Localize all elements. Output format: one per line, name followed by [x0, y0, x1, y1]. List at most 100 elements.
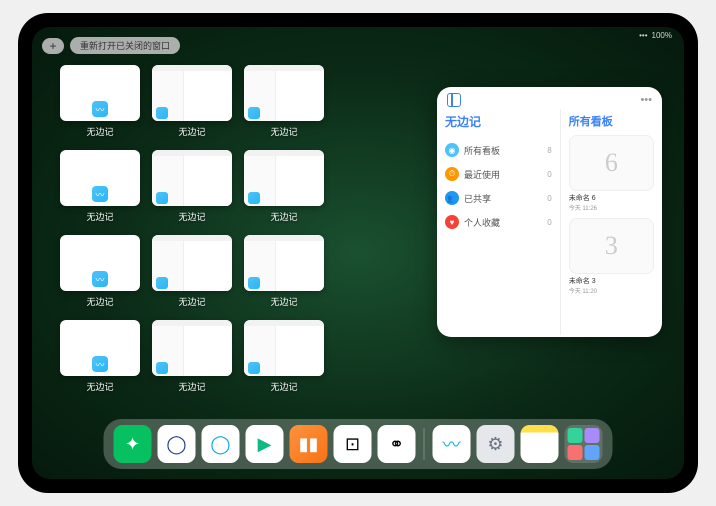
freeform-app-icon: 〰	[92, 101, 108, 117]
reopen-closed-window-button[interactable]: 重新打开已关闭的窗口	[70, 37, 180, 54]
board-thumbnail: 3	[569, 218, 654, 274]
app-window-card[interactable]: 无边记	[244, 235, 324, 308]
app-thumbnail: 〰	[60, 320, 140, 376]
sidebar-item-icon: ♥	[445, 215, 459, 229]
dock-app-books[interactable]: ▮▮	[290, 425, 328, 463]
freeform-app-icon	[248, 107, 260, 119]
app-preview-panel[interactable]: ••• 无边记 ◉所有看板8⏱最近使用0👥已共享0♥个人收藏0 所有看板 6未命…	[437, 87, 662, 337]
sidebar-item[interactable]: ⏱ 最近使用 0	[445, 162, 552, 186]
dock-app-quark2[interactable]: ◯	[202, 425, 240, 463]
app-window-card[interactable]: 无边记	[244, 320, 324, 393]
app-window-card[interactable]: 〰无边记	[60, 65, 140, 138]
dock: ✦◯◯▶▮▮⊡⚭〰⚙	[104, 419, 613, 469]
freeform-app-icon: 〰	[92, 356, 108, 372]
add-window-button[interactable]: +	[42, 38, 64, 54]
top-bar: + 重新打开已关闭的窗口	[42, 37, 180, 54]
dock-app-library[interactable]	[565, 425, 603, 463]
app-label: 无边记	[178, 380, 205, 393]
dock-app-notes[interactable]	[521, 425, 559, 463]
dock-app-dice[interactable]: ⊡	[334, 425, 372, 463]
freeform-app-icon	[248, 277, 260, 289]
dock-app-settings[interactable]: ⚙	[477, 425, 515, 463]
board-title: 未命名 3	[569, 276, 654, 286]
app-thumbnail	[244, 235, 324, 291]
battery-label: 100%	[652, 31, 672, 40]
sidebar-item-icon: ⏱	[445, 167, 459, 181]
signal-icon: •••	[639, 31, 647, 40]
sidebar-item-icon: ◉	[445, 143, 459, 157]
app-label: 无边记	[86, 125, 113, 138]
app-window-card[interactable]: 无边记	[152, 65, 232, 138]
app-label: 无边记	[178, 125, 205, 138]
app-thumbnail	[244, 320, 324, 376]
app-thumbnail: 〰	[60, 235, 140, 291]
board-card[interactable]: 6 未命名 6今天 11:26	[569, 135, 654, 212]
board-thumbnail: 6	[569, 135, 654, 191]
app-thumbnail	[152, 150, 232, 206]
app-thumbnail: 〰	[60, 150, 140, 206]
status-bar: ••• 100%	[639, 31, 672, 40]
app-window-card[interactable]: 无边记	[152, 320, 232, 393]
board-card[interactable]: 3未命名 3今天 11:20	[569, 218, 654, 295]
app-thumbnail	[244, 65, 324, 121]
app-window-card[interactable]: 无边记	[244, 65, 324, 138]
freeform-app-icon: 〰	[92, 271, 108, 287]
app-thumbnail	[152, 320, 232, 376]
sidebar-item-label: 已共享	[464, 192, 491, 205]
panel-boards: 所有看板 6未命名 6今天 11:263未命名 3今天 11:20	[561, 109, 662, 335]
sidebar-item-label: 最近使用	[464, 168, 500, 181]
freeform-app-icon	[156, 192, 168, 204]
app-window-card[interactable]: 〰无边记	[60, 320, 140, 393]
dock-app-quark1[interactable]: ◯	[158, 425, 196, 463]
app-label: 无边记	[270, 295, 297, 308]
sidebar-item[interactable]: ◉ 所有看板 8	[445, 138, 552, 162]
app-thumbnail: 〰	[60, 65, 140, 121]
panel-sidebar: 无边记 ◉所有看板8⏱最近使用0👥已共享0♥个人收藏0	[437, 109, 561, 335]
app-label: 无边记	[270, 380, 297, 393]
app-thumbnail	[244, 150, 324, 206]
sidebar-item-count: 0	[547, 218, 551, 227]
dock-app-freeform[interactable]: 〰	[433, 425, 471, 463]
freeform-app-icon	[156, 107, 168, 119]
dock-app-video[interactable]: ▶	[246, 425, 284, 463]
app-window-card[interactable]: 无边记	[244, 150, 324, 223]
freeform-app-icon	[248, 362, 260, 374]
ipad-device: ••• 100% + 重新打开已关闭的窗口 〰无边记无边记无边记〰无边记无边记无…	[18, 13, 698, 493]
dock-separator	[424, 428, 425, 460]
freeform-app-icon	[156, 277, 168, 289]
app-thumbnail	[152, 65, 232, 121]
app-label: 无边记	[270, 125, 297, 138]
board-subtitle: 今天 11:26	[569, 203, 654, 212]
freeform-app-icon: 〰	[92, 186, 108, 202]
panel-left-title: 无边记	[445, 113, 552, 130]
freeform-app-icon	[248, 192, 260, 204]
app-window-card[interactable]: 无边记	[152, 235, 232, 308]
app-label: 无边记	[270, 210, 297, 223]
sidebar-item[interactable]: 👥 已共享 0	[445, 186, 552, 210]
sidebar-item[interactable]: ♥个人收藏0	[445, 210, 552, 234]
panel-header: •••	[437, 87, 662, 109]
app-label: 无边记	[178, 210, 205, 223]
app-label: 无边记	[86, 295, 113, 308]
sidebar-toggle-icon[interactable]	[447, 93, 461, 107]
sidebar-item-label: 所有看板	[464, 144, 500, 157]
app-switcher-grid: 〰无边记无边记无边记〰无边记无边记无边记〰无边记无边记无边记〰无边记无边记无边记	[60, 65, 420, 393]
panel-right-title: 所有看板	[569, 113, 654, 129]
app-window-card[interactable]: 无边记	[152, 150, 232, 223]
app-window-card[interactable]: 〰无边记	[60, 235, 140, 308]
app-label: 无边记	[178, 295, 205, 308]
board-title: 未命名 6	[569, 193, 654, 203]
app-label: 无边记	[86, 380, 113, 393]
sidebar-item-count: 8	[547, 146, 551, 155]
more-icon[interactable]: •••	[640, 94, 652, 106]
dock-app-wechat[interactable]: ✦	[114, 425, 152, 463]
dock-app-connect[interactable]: ⚭	[378, 425, 416, 463]
sidebar-item-icon: 👥	[445, 191, 459, 205]
screen: ••• 100% + 重新打开已关闭的窗口 〰无边记无边记无边记〰无边记无边记无…	[32, 27, 684, 479]
app-label: 无边记	[86, 210, 113, 223]
app-thumbnail	[152, 235, 232, 291]
sidebar-item-count: 0	[547, 194, 551, 203]
freeform-app-icon	[156, 362, 168, 374]
sidebar-item-count: 0	[547, 170, 551, 179]
app-window-card[interactable]: 〰无边记	[60, 150, 140, 223]
